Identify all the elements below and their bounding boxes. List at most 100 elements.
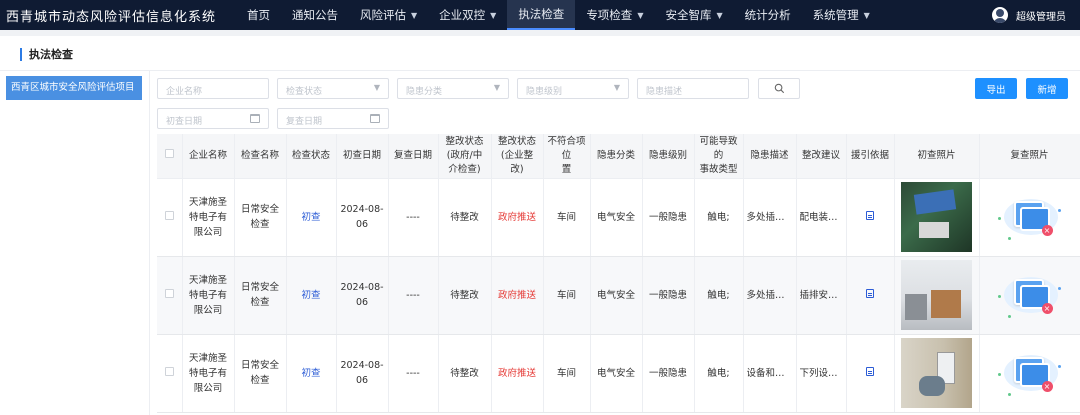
cell-text: 待整改 <box>450 367 479 379</box>
cell-text: 政府推送 <box>497 289 536 301</box>
row-checkbox[interactable] <box>164 288 174 298</box>
document-icon[interactable] <box>866 210 874 220</box>
add-button[interactable]: 新增 <box>1026 78 1068 99</box>
nav-item-1[interactable]: 通知公告 <box>281 0 349 30</box>
nav-label: 专项检查 <box>586 8 633 22</box>
cell-text: 日常安全检查 <box>240 360 279 386</box>
calendar-icon <box>370 114 380 123</box>
row-checkbox[interactable] <box>164 210 174 220</box>
cell-text: 天津施圣特电子有限公司 <box>188 352 227 394</box>
nav-item-5[interactable]: 专项检查 ▼ <box>575 0 654 30</box>
recheck-date-picker[interactable] <box>277 108 389 132</box>
nav-item-0[interactable]: 首页 <box>236 0 281 30</box>
row-select-cell[interactable] <box>157 334 183 413</box>
column-header: 初查照片 <box>894 134 980 179</box>
hazard-category-field[interactable] <box>398 82 508 102</box>
company-name-input[interactable] <box>157 78 269 102</box>
main-nav: 首页 通知公告 风险评估 ▼ 企业双控 ▼ 执法检查 专项检查 ▼ 安全智库 ▼ 统计分析 系统管理 ▼ <box>236 0 881 30</box>
cell-text: 电气安全 <box>596 289 635 301</box>
first-check-photo[interactable] <box>901 338 972 408</box>
cell-first-photo[interactable] <box>894 256 980 335</box>
no-image-icon: × <box>996 343 1064 403</box>
cell-basis[interactable] <box>846 178 895 257</box>
first-check-photo[interactable] <box>901 260 972 330</box>
row-select-cell[interactable] <box>157 178 183 257</box>
cell-text: 触电; <box>707 289 730 301</box>
cell-first-photo[interactable] <box>894 178 980 257</box>
column-header-line: 检查名称 <box>240 149 279 161</box>
cell-text: 2024-08-06 <box>340 204 384 230</box>
first-check-photo[interactable] <box>901 182 972 252</box>
document-icon[interactable] <box>866 366 874 376</box>
inspection-table: 企业名称 检查名称 检查状态 初查日期 复查日期 整改状态 (政府/中 介检查) 整改状态 (企业… <box>157 134 1080 415</box>
row-select-cell[interactable] <box>157 256 183 335</box>
hazard-category-select[interactable]: ▼ <box>397 78 509 102</box>
export-button[interactable]: 导出 <box>975 78 1017 99</box>
cell-text[interactable]: 初查 <box>301 290 320 301</box>
hazard-description-field[interactable] <box>638 82 748 102</box>
cell-status[interactable]: 初查 <box>286 256 337 335</box>
cell-company: 天津施圣特电子有限公司 <box>182 334 235 413</box>
row-checkbox[interactable] <box>164 366 174 376</box>
hazard-description-input[interactable] <box>637 78 749 102</box>
cell-status[interactable]: 初查 <box>286 334 337 413</box>
column-header-line: 整改状态 <box>497 135 536 147</box>
cell-text: 多处插排... <box>746 289 793 301</box>
column-header-line: (企业整 <box>500 149 534 161</box>
table-row[interactable]: 天津施圣特电子有限公司 日常安全检查 初查 2024-08-06 ---- 待整改 政府推送… <box>157 178 1080 257</box>
cell-text: 日常安全检查 <box>240 282 279 308</box>
table-row[interactable]: 天津施圣特电子有限公司 日常安全检查 初查 2024-08-06 ---- 待整改 政府推送… <box>157 334 1080 413</box>
main-panel: 执法检查 西青区城市安全风险评估项目 ▼ ▼ ▼ 导出 新增 <box>0 36 1080 415</box>
cell-location: 车间 <box>543 256 591 335</box>
cell-category: 电气安全 <box>590 256 643 335</box>
company-name-field[interactable] <box>158 82 268 102</box>
cell-text: 待整改 <box>450 289 479 301</box>
nav-item-4[interactable]: 执法检查 <box>507 0 576 30</box>
tree-item-project[interactable]: 西青区城市安全风险评估项目 <box>6 76 142 100</box>
cell-text: 一般隐患 <box>648 289 687 301</box>
cell-suggestion: 配电装置... <box>796 178 847 257</box>
cell-basis[interactable] <box>846 334 895 413</box>
cell-status[interactable]: 初查 <box>286 178 337 257</box>
cell-basis[interactable] <box>846 256 895 335</box>
cell-first-date: 2024-08-06 <box>336 334 389 413</box>
first-check-date-picker[interactable] <box>157 108 269 132</box>
column-header: 援引依据 <box>846 134 895 179</box>
hazard-level-field[interactable] <box>518 82 628 102</box>
column-header-line: 援引依据 <box>850 149 889 161</box>
cell-text: 待整改 <box>450 211 479 223</box>
chevron-down-icon: ▼ <box>637 10 644 20</box>
cell-text[interactable]: 初查 <box>301 368 320 379</box>
column-header-line: 隐患级别 <box>648 149 687 161</box>
chevron-down-icon: ▼ <box>493 83 500 92</box>
user-name: 超级管理员 <box>1016 11 1066 23</box>
cell-description: 设备和场... <box>743 334 797 413</box>
cell-check-name: 日常安全检查 <box>234 334 287 413</box>
search-icon <box>774 83 784 94</box>
table-row[interactable]: 天津施圣特电子有限公司 日常安全检查 初查 2024-08-06 ---- 待整改 政府推送… <box>157 256 1080 335</box>
cell-recheck-photo: × <box>979 178 1080 257</box>
select-all-cell[interactable] <box>157 134 183 179</box>
column-header-line: 改) <box>510 163 524 175</box>
select-all-checkbox[interactable] <box>164 148 174 158</box>
check-status-select[interactable]: ▼ <box>277 78 389 102</box>
user-menu[interactable]: 超级管理员 <box>992 0 1066 30</box>
cell-first-photo[interactable] <box>894 334 980 413</box>
nav-item-8[interactable]: 系统管理 ▼ <box>802 0 881 30</box>
column-header: 隐患描述 <box>743 134 797 179</box>
document-icon[interactable] <box>866 288 874 298</box>
avatar <box>992 7 1008 23</box>
cell-text[interactable]: 初查 <box>301 212 320 223</box>
column-header-line: (政府/中 <box>446 149 483 161</box>
cell-description: 多处插排... <box>743 256 797 335</box>
check-status-field[interactable] <box>278 82 388 102</box>
chevron-down-icon: ▼ <box>613 83 620 92</box>
nav-item-6[interactable]: 安全智库 ▼ <box>654 0 733 30</box>
nav-item-7[interactable]: 统计分析 <box>734 0 802 30</box>
column-header-line: 检查状态 <box>291 149 330 161</box>
nav-item-3[interactable]: 企业双控 ▼ <box>428 0 507 30</box>
column-header-line: 复查照片 <box>1010 149 1049 161</box>
hazard-level-select[interactable]: ▼ <box>517 78 629 102</box>
search-button[interactable] <box>758 78 800 99</box>
nav-item-2[interactable]: 风险评估 ▼ <box>349 0 428 30</box>
